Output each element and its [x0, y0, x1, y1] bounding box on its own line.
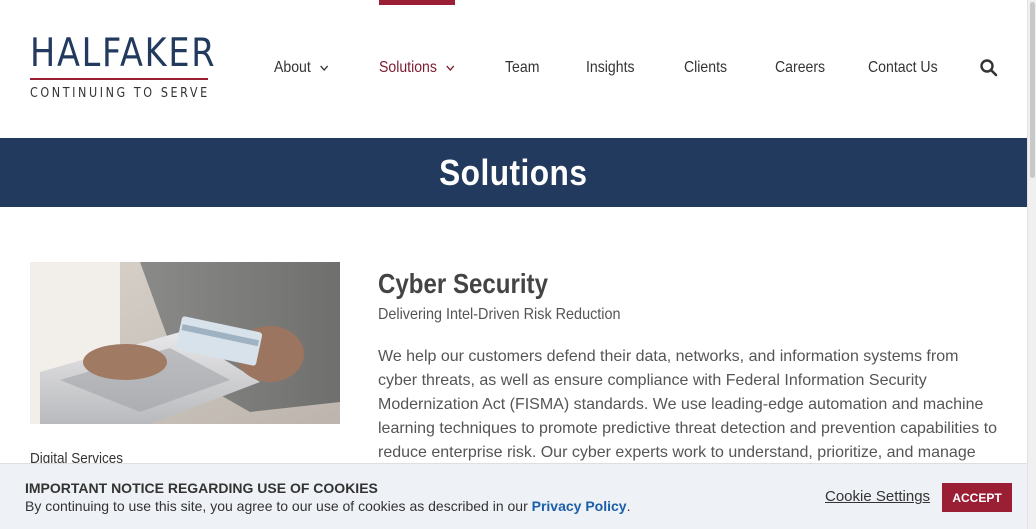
nav-item-contact-us[interactable]: Contact Us — [868, 58, 938, 78]
nav-item-label: About — [274, 59, 311, 76]
active-nav-indicator — [379, 0, 455, 5]
photo-illustration — [30, 262, 340, 424]
cookie-notice-text-start: By continuing to use this site, you agre… — [25, 498, 532, 514]
nav-item-label: Insights — [586, 59, 635, 76]
chevron-down-icon — [446, 65, 455, 71]
nav-item-label: Contact Us — [868, 59, 938, 76]
cookie-notice-banner: IMPORTANT NOTICE REGARDING USE OF COOKIE… — [0, 463, 1027, 529]
chevron-down-icon — [320, 65, 328, 71]
nav-item-solutions[interactable]: Solutions — [379, 58, 455, 78]
nav-item-team[interactable]: Team — [505, 58, 539, 78]
nav-item-label: Team — [505, 59, 540, 76]
section-body: We help our customers defend their data,… — [378, 348, 998, 461]
section-title: Cyber Security — [378, 268, 548, 299]
nav-item-label: Careers — [775, 59, 826, 76]
site-header: HALFAKER CONTINUING TO SERVE About Solut… — [0, 0, 1027, 138]
privacy-policy-link[interactable]: Privacy Policy — [532, 498, 627, 514]
nav-item-insights[interactable]: Insights — [586, 58, 635, 78]
laptop-credit-card-photo — [30, 262, 340, 424]
section-subtitle: Delivering Intel-Driven Risk Reduction — [378, 306, 621, 323]
nav-item-label: Solutions — [379, 59, 437, 76]
main-nav: About Solutions Team Insights Clients Ca… — [0, 0, 1027, 138]
page-title: Solutions — [439, 151, 588, 193]
nav-item-clients[interactable]: Clients — [684, 58, 727, 78]
cookie-notice-title: IMPORTANT NOTICE REGARDING USE OF COOKIE… — [25, 480, 378, 496]
nav-item-label: Clients — [684, 59, 728, 76]
scrollbar-thumb[interactable] — [1030, 2, 1035, 178]
nav-item-about[interactable]: About — [274, 58, 329, 78]
search-icon[interactable] — [979, 58, 999, 78]
cookie-notice-text: By continuing to use this site, you agre… — [25, 498, 630, 514]
page-title-banner: Solutions — [0, 138, 1027, 207]
cookie-notice-text-end: . — [626, 498, 631, 514]
nav-item-careers[interactable]: Careers — [775, 58, 825, 78]
accept-cookies-button[interactable]: ACCEPT — [942, 483, 1012, 512]
page-scrollbar[interactable] — [1027, 0, 1036, 529]
cookie-settings-link[interactable]: Cookie Settings — [825, 488, 930, 505]
